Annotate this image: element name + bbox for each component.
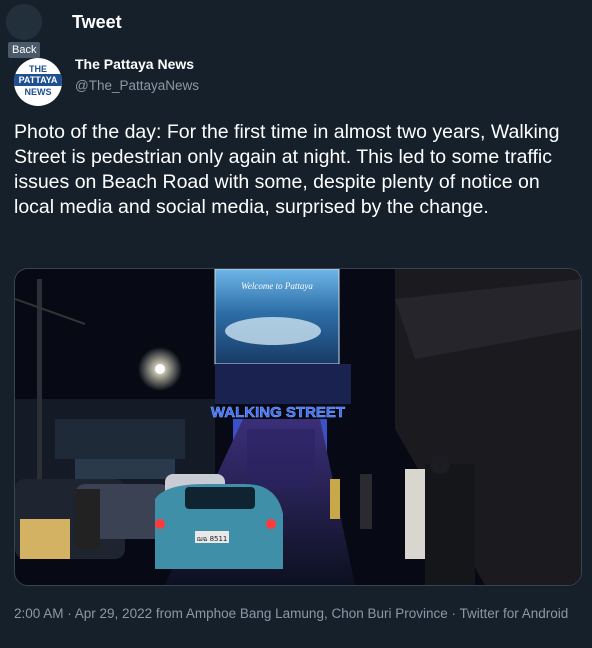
- top-bar: Back Tweet: [0, 0, 592, 58]
- author-handle[interactable]: @The_PattayaNews: [75, 78, 199, 93]
- walking-street-sign: WALKING STREET: [211, 404, 345, 421]
- neon-bars: [247, 429, 315, 489]
- tweet-meta: 2:00 AM · Apr 29, 2022 from Amphoe Bang …: [14, 606, 569, 621]
- street-lamp-bulb: [155, 364, 165, 374]
- page-title: Tweet: [72, 12, 122, 32]
- pedestrian: [425, 464, 475, 585]
- tail-light: [155, 519, 165, 529]
- billboard-text: Welcome to Pattaya: [241, 281, 313, 291]
- pedestrian: [405, 469, 427, 559]
- delivery-box: [20, 519, 70, 559]
- avatar-logo-line: THE: [29, 64, 47, 74]
- back-tooltip: Back: [8, 42, 41, 58]
- license-plate-text: ฌฉ 8511: [197, 535, 228, 543]
- avatar-logo-line: PATTAYA: [14, 74, 62, 86]
- back-button[interactable]: [6, 4, 42, 40]
- taxi-window: [185, 487, 255, 509]
- pedestrian: [330, 479, 340, 519]
- tweet-text: Photo of the day: For the first time in …: [14, 121, 560, 218]
- tail-light: [266, 519, 276, 529]
- walking-street-photo: Welcome to Pattaya WALKING STREET ฌฉ 851…: [15, 269, 581, 585]
- avatar[interactable]: THE PATTAYA NEWS: [14, 58, 62, 106]
- rider: [75, 489, 100, 549]
- author-name[interactable]: The Pattaya News: [75, 56, 194, 72]
- avatar-logo-line: NEWS: [24, 87, 52, 97]
- billboard-beach: [225, 317, 321, 345]
- left-building-floor: [75, 459, 175, 479]
- left-building-floor: [55, 419, 185, 459]
- gate-frame: [215, 364, 351, 404]
- tweet-photo[interactable]: Welcome to Pattaya WALKING STREET ฌฉ 851…: [14, 268, 582, 586]
- pedestrian-head: [430, 454, 450, 474]
- pedestrian: [360, 474, 372, 529]
